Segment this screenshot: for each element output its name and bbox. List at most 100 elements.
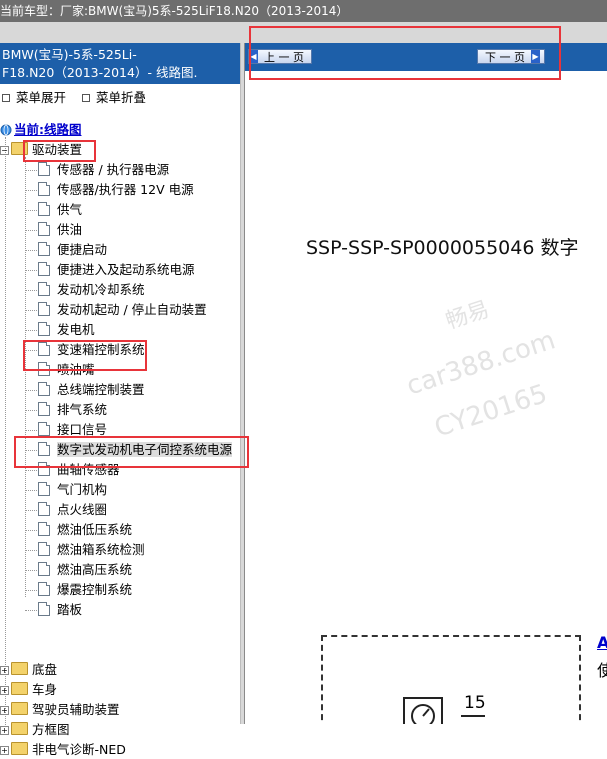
tree-item[interactable]: 接口信号 bbox=[25, 421, 107, 439]
tree-item[interactable]: 传感器/执行器 12V 电源 bbox=[25, 181, 194, 199]
tree-item[interactable]: 便捷启动 bbox=[25, 241, 107, 259]
tree-item-label: 供油 bbox=[57, 222, 83, 237]
folder-icon bbox=[11, 742, 28, 755]
vehicle-title-bar: 当前车型：厂家:BMW(宝马)5系-525LiF18.N20（2013-2014… bbox=[0, 0, 607, 22]
tree-item-label: 数字式发动机电子伺控系统电源 bbox=[57, 442, 233, 457]
document-icon bbox=[38, 382, 50, 396]
collapse-icon bbox=[82, 94, 90, 102]
tree-folder-label: 驾驶员辅助装置 bbox=[32, 702, 120, 717]
tree-item[interactable]: 变速箱控制系统 bbox=[25, 341, 145, 359]
tree-item[interactable]: 燃油低压系统 bbox=[25, 521, 133, 539]
tree-item-label: 便捷进入及起动系统电源 bbox=[57, 262, 195, 277]
tree-item[interactable]: 数字式发动机电子伺控系统电源 bbox=[25, 441, 233, 459]
tree-item-label: 排气系统 bbox=[57, 402, 108, 417]
diagram-wire bbox=[461, 715, 485, 717]
tree-folder[interactable]: + 非电气诊断-NED bbox=[0, 741, 126, 759]
tree-root[interactable]: 当前:线路图 bbox=[0, 121, 82, 139]
next-page-label: 下 一 页 bbox=[485, 51, 525, 64]
tree-item[interactable]: 爆震控制系统 bbox=[25, 581, 132, 599]
globe-icon bbox=[0, 124, 12, 136]
folder-icon bbox=[11, 682, 28, 695]
tree-folder-label: 车身 bbox=[32, 682, 58, 697]
diagram-side-link[interactable]: A bbox=[597, 633, 607, 652]
toolbar-strip bbox=[0, 22, 607, 43]
tree-folder-drive[interactable]: − 驱动装置 bbox=[0, 141, 82, 159]
expand-toggle-icon[interactable]: + bbox=[0, 726, 9, 735]
expand-toggle-icon[interactable]: + bbox=[0, 706, 9, 715]
tree-connector bbox=[25, 450, 37, 451]
prev-page-button[interactable]: ◀ 上 一 页 bbox=[248, 49, 312, 64]
tree-item-label: 踏板 bbox=[57, 602, 83, 617]
tree-item[interactable]: 燃油高压系统 bbox=[25, 561, 132, 579]
document-icon bbox=[38, 462, 50, 476]
tree-connector bbox=[25, 210, 37, 211]
expand-toggle-icon[interactable]: + bbox=[0, 666, 9, 675]
nav-header: BMW(宝马)-5系-525Li- F18.N20（2013-2014）- 线路… bbox=[0, 43, 240, 84]
tree-connector bbox=[25, 290, 37, 291]
document-icon bbox=[38, 542, 50, 556]
tree-folder[interactable]: + 驾驶员辅助装置 bbox=[0, 701, 120, 719]
menu-collapse-link[interactable]: 菜单折叠 bbox=[96, 90, 146, 105]
tree-root-label[interactable]: 当前:线路图 bbox=[14, 122, 82, 137]
wiring-diagram: 15 bbox=[321, 635, 581, 724]
tree-item-label: 喷油嘴 bbox=[57, 362, 95, 377]
document-icon bbox=[38, 422, 50, 436]
document-icon bbox=[38, 502, 50, 516]
tree-item[interactable]: 传感器 / 执行器电源 bbox=[25, 161, 170, 179]
tree-item[interactable]: 踏板 bbox=[25, 601, 83, 619]
tree-item[interactable]: 总线端控制装置 bbox=[25, 381, 145, 399]
document-icon bbox=[38, 402, 50, 416]
document-icon bbox=[38, 582, 50, 596]
expand-toggle-icon[interactable]: + bbox=[0, 686, 9, 695]
tree-item-label: 变速箱控制系统 bbox=[57, 342, 145, 357]
tree-item-label: 总线端控制装置 bbox=[57, 382, 145, 397]
tree-item[interactable]: 曲轴传感器 bbox=[25, 461, 120, 479]
tree-item[interactable]: 喷油嘴 bbox=[25, 361, 95, 379]
tree-item-label: 燃油低压系统 bbox=[57, 522, 133, 537]
folder-open-icon bbox=[11, 142, 28, 155]
tree-item[interactable]: 发动机冷却系统 bbox=[25, 281, 145, 299]
tree-connector bbox=[25, 330, 37, 331]
tree-item[interactable]: 供气 bbox=[25, 201, 83, 219]
expand-icon bbox=[2, 94, 10, 102]
tree-item[interactable]: 燃油箱系统检测 bbox=[25, 541, 145, 559]
tree-item[interactable]: 发动机起动 / 停止自动装置 bbox=[25, 301, 207, 319]
document-icon bbox=[38, 602, 50, 616]
tree-connector bbox=[25, 410, 37, 411]
tree-connector bbox=[25, 370, 37, 371]
document-icon bbox=[38, 182, 50, 196]
menu-controls: 菜单展开 菜单折叠 bbox=[0, 88, 156, 108]
collapse-toggle-icon[interactable]: − bbox=[0, 146, 9, 155]
tree-folder[interactable]: + 车身 bbox=[0, 681, 57, 699]
document-icon bbox=[38, 482, 50, 496]
tree-item[interactable]: 供油 bbox=[25, 221, 83, 239]
tree-item[interactable]: 发电机 bbox=[25, 321, 95, 339]
tree-connector bbox=[25, 610, 37, 611]
diagram-side-text: 使 bbox=[597, 661, 607, 680]
tree-connector bbox=[25, 190, 37, 191]
tree-item-label: 气门机构 bbox=[57, 482, 108, 497]
tree-folder[interactable]: + 底盘 bbox=[0, 661, 57, 679]
document-title: SSP-SSP-SP0000055046 数字 bbox=[306, 237, 579, 259]
tree-item-label: 燃油箱系统检测 bbox=[57, 542, 145, 557]
next-page-button[interactable]: 下 一 页 ▶ bbox=[477, 49, 545, 64]
tree-item-label: 传感器 / 执行器电源 bbox=[57, 162, 170, 177]
tree-item[interactable]: 排气系统 bbox=[25, 401, 108, 419]
tree-item[interactable]: 便捷进入及起动系统电源 bbox=[25, 261, 195, 279]
tree-item-label: 点火线圈 bbox=[57, 502, 108, 517]
tree-connector bbox=[25, 470, 37, 471]
expand-toggle-icon[interactable]: + bbox=[0, 746, 9, 755]
menu-expand-link[interactable]: 菜单展开 bbox=[16, 90, 66, 105]
tree-connector bbox=[25, 390, 37, 391]
document-icon bbox=[38, 522, 50, 536]
tree-item[interactable]: 点火线圈 bbox=[25, 501, 108, 519]
tree-item-label: 供气 bbox=[57, 202, 83, 217]
tree-connector bbox=[25, 250, 37, 251]
document-icon bbox=[38, 442, 50, 456]
document-icon bbox=[38, 562, 50, 576]
document-icon bbox=[38, 282, 50, 296]
document-icon bbox=[38, 342, 50, 356]
tree-item[interactable]: 气门机构 bbox=[25, 481, 108, 499]
arrow-left-icon: ◀ bbox=[249, 50, 258, 63]
tree-connector bbox=[25, 170, 37, 171]
